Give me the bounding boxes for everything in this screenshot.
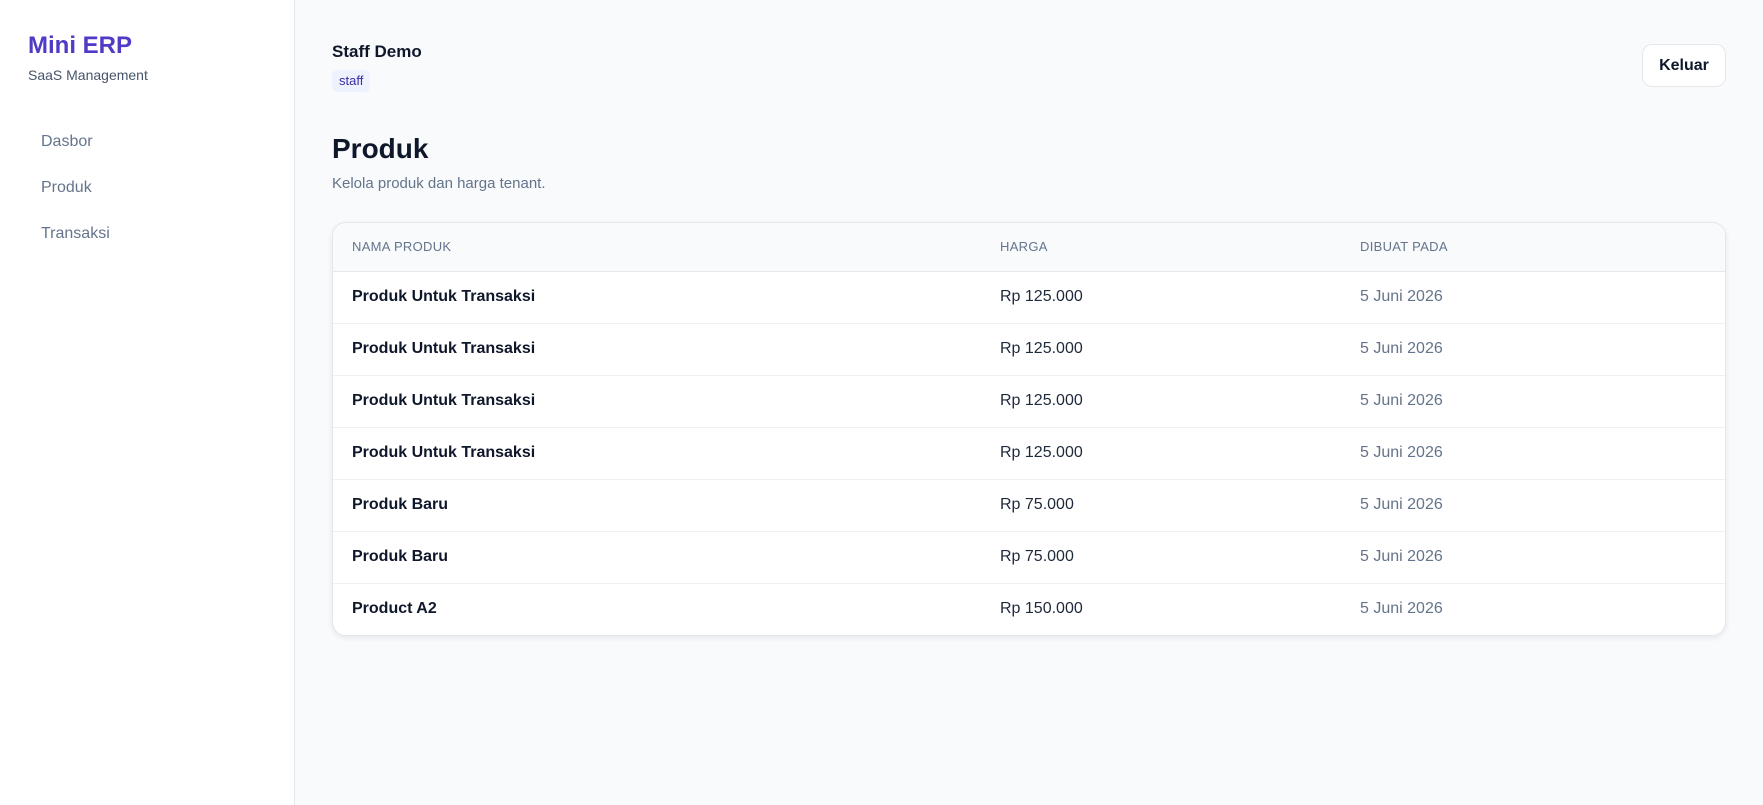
table-header: NAMA PRODUK HARGA DIBUAT PADA	[333, 223, 1725, 272]
product-created-cell: 5 Juni 2026	[1360, 600, 1443, 618]
app-subtitle: SaaS Management	[28, 67, 148, 83]
product-name-cell: Produk Untuk Transaksi	[333, 427, 981, 480]
sidebar: Mini ERP SaaS Management Dasbor Produk T…	[0, 0, 295, 805]
sidebar-item-transaksi[interactable]: Transaksi	[28, 218, 268, 264]
product-created-cell: 5 Juni 2026	[1341, 479, 1725, 532]
table-row[interactable]: Produk Baru Rp 75.000 5 Juni 2026	[333, 479, 1725, 532]
product-created-cell: 5 Juni 2026	[1341, 427, 1725, 480]
table-row[interactable]: Produk Untuk Transaksi Rp 125.000 5 Juni 2…	[333, 427, 1725, 480]
main-content: Staff Demo staff Keluar Produk Kelola pr…	[295, 0, 1763, 805]
table-row[interactable]: Produk Untuk Transaksi Rp 125.000 5 Juni 2…	[333, 375, 1725, 428]
sidebar-item-dasbor[interactable]: Dasbor	[28, 126, 268, 172]
product-price-cell: Rp 125.000	[981, 375, 1341, 428]
product-price-cell: Rp 75.000	[981, 479, 1341, 532]
table-body: Produk Untuk Transaksi Rp 125.000 5 Juni 2…	[333, 271, 1725, 635]
app-logo-title: Mini ERP	[28, 32, 133, 59]
products-table-card: NAMA PRODUK HARGA DIBUAT PADA Produk Unt…	[332, 222, 1726, 636]
product-name-cell: Produk Untuk Transaksi	[333, 375, 981, 428]
product-price-cell: Rp 150.000	[1000, 600, 1083, 618]
product-created-cell: 5 Juni 2026	[1341, 271, 1725, 324]
product-name-cell: Produk Baru	[333, 531, 981, 584]
product-created-cell: 5 Juni 2026	[1341, 531, 1725, 584]
sidebar-item-produk[interactable]: Produk	[28, 172, 268, 218]
sidebar-nav: Dasbor Produk Transaksi	[28, 126, 268, 264]
product-price-cell: Rp 125.000	[981, 323, 1341, 376]
table-row[interactable]: Produk Baru Rp 75.000 5 Juni 2026	[333, 531, 1725, 584]
page-title: Produk	[332, 133, 429, 164]
column-header-name: NAMA PRODUK	[333, 223, 981, 272]
product-price-cell: Rp 75.000	[981, 531, 1341, 584]
product-price-cell: Rp 125.000	[981, 271, 1341, 324]
logout-button[interactable]: Keluar	[1642, 44, 1726, 87]
table-row[interactable]: Produk Untuk Transaksi Rp 125.000 5 Juni 2…	[333, 271, 1725, 324]
column-header-created: DIBUAT PADA	[1341, 223, 1725, 272]
user-name: Staff Demo	[332, 42, 422, 61]
page-description: Kelola produk dan harga tenant.	[332, 175, 546, 192]
product-name-cell: Produk Untuk Transaksi	[333, 323, 981, 376]
product-created-cell: 5 Juni 2026	[1341, 323, 1725, 376]
role-badge: staff	[332, 70, 371, 92]
product-created-cell: 5 Juni 2026	[1341, 375, 1725, 428]
product-name-cell: Produk Baru	[333, 479, 981, 532]
table-row[interactable]: Product A2 Rp 150.000 5 Juni 2026	[333, 583, 1725, 635]
product-price-cell: Rp 125.000	[981, 427, 1341, 480]
product-name-cell: Product A2	[352, 600, 437, 618]
products-table: NAMA PRODUK HARGA DIBUAT PADA Produk Unt…	[333, 223, 1725, 635]
product-name-cell: Produk Untuk Transaksi	[333, 271, 981, 324]
column-header-price: HARGA	[981, 223, 1341, 272]
table-row[interactable]: Produk Untuk Transaksi Rp 125.000 5 Juni 2…	[333, 323, 1725, 376]
